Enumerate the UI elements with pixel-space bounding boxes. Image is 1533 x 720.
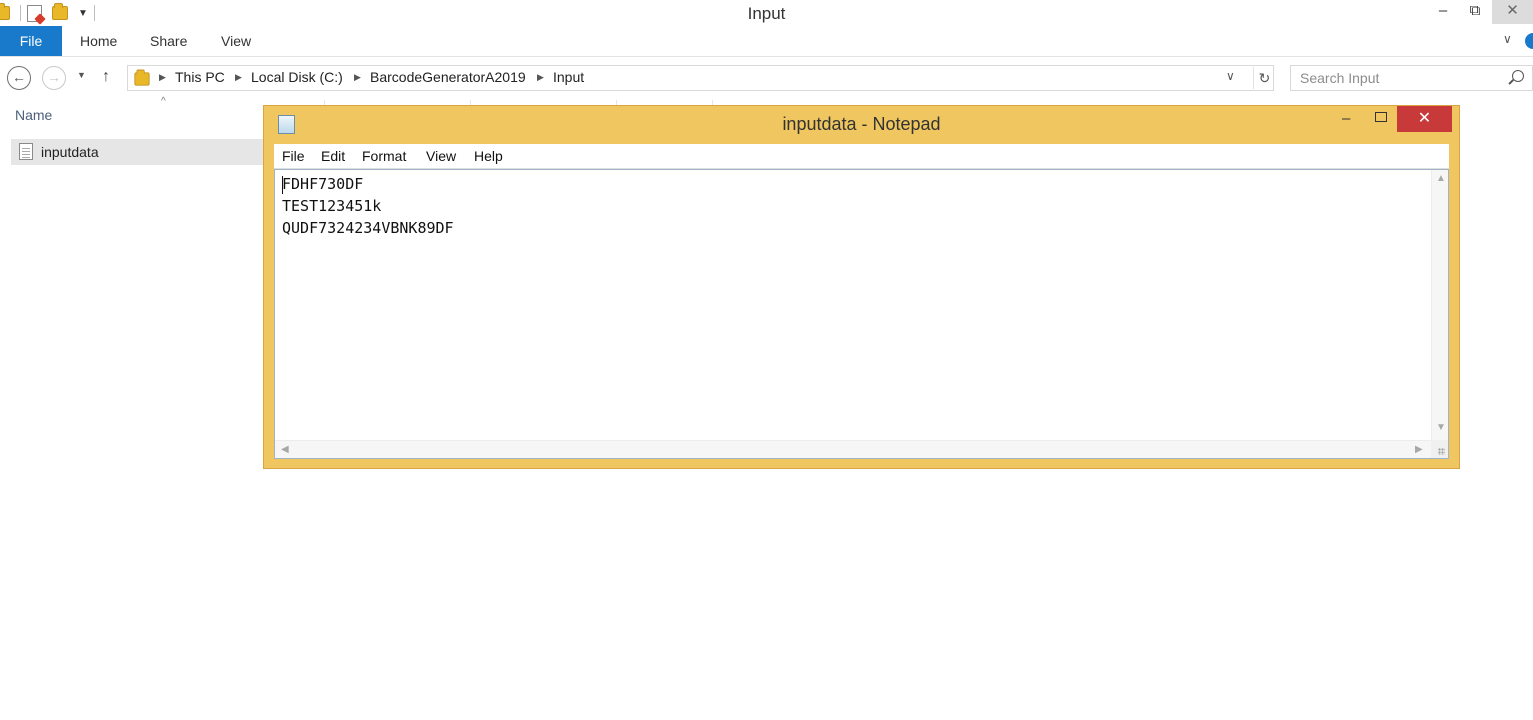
breadcrumb-separator-icon[interactable]: ▶ [159,72,166,83]
text-line: FDHF730DF [282,175,364,193]
search-input[interactable]: Search Input [1290,65,1533,91]
notepad-maximize-button[interactable] [1375,112,1387,122]
menu-edit[interactable]: Edit [321,148,345,164]
search-icon[interactable] [1512,70,1524,82]
breadcrumb-separator-icon[interactable]: ▶ [537,72,544,83]
scroll-right-arrow-icon[interactable]: ▶ [1415,444,1423,455]
resize-grip-icon[interactable] [1431,440,1448,458]
recent-locations-chevron-icon[interactable]: ▼ [77,70,86,80]
menu-help[interactable]: Help [474,148,503,164]
ribbon-tabs: File Home Share View ∨ [0,26,1533,57]
window-title: Input [747,4,786,23]
text-line: TEST123451k [282,197,382,215]
tab-file[interactable]: File [0,26,62,56]
scroll-up-arrow-icon[interactable]: ▲ [1436,173,1446,184]
explorer-title-bar: ▼ Input – ⧉ ✕ [0,0,1533,26]
text-line: QUDF7324234VBNK89DF [282,219,454,237]
notepad-close-button[interactable]: ✕ [1397,106,1452,132]
back-button[interactable]: ← [7,66,31,90]
up-button[interactable]: ↑ [102,68,110,86]
notepad-title: inputdata - Notepad [782,114,941,134]
breadcrumb-this-pc[interactable]: This PC [175,69,225,85]
horizontal-scrollbar[interactable]: ◀ ▶ [275,440,1431,458]
text-file-icon [19,143,33,160]
folder-icon [134,69,150,86]
navigation-bar: ← → ▼ ↑ ▶ This PC ▶ Local Disk (C:) ▶ Ba… [0,60,1533,94]
notepad-window[interactable]: inputdata - Notepad – ✕ File Edit Format… [263,105,1460,469]
minimize-button[interactable]: – [1427,0,1459,24]
close-button[interactable]: ✕ [1492,0,1533,24]
address-dropdown-chevron-icon[interactable]: ∨ [1226,69,1235,83]
sort-ascending-icon: ^ [161,96,166,107]
refresh-icon[interactable]: ↻ [1253,67,1275,89]
restore-button[interactable]: ⧉ [1459,0,1491,24]
breadcrumb-separator-icon[interactable]: ▶ [235,72,242,83]
tab-share[interactable]: Share [150,26,187,56]
address-bar[interactable]: ▶ This PC ▶ Local Disk (C:) ▶ BarcodeGen… [127,65,1274,91]
menu-format[interactable]: Format [362,148,406,164]
scroll-left-arrow-icon[interactable]: ◀ [281,444,289,455]
menu-view[interactable]: View [426,148,456,164]
notepad-menu-bar: File Edit Format View Help [274,144,1449,169]
file-row-inputdata[interactable]: inputdata [11,139,266,165]
tab-view[interactable]: View [221,26,251,56]
column-header-name[interactable]: Name [15,107,52,123]
breadcrumb-separator-icon[interactable]: ▶ [354,72,361,83]
notepad-text-area[interactable]: FDHF730DF TEST123451k QUDF7324234VBNK89D… [274,169,1449,459]
expand-ribbon-chevron-icon[interactable]: ∨ [1503,32,1512,46]
menu-file[interactable]: File [282,148,305,164]
tab-home[interactable]: Home [80,26,117,56]
help-icon[interactable] [1525,33,1533,49]
breadcrumb-local-disk[interactable]: Local Disk (C:) [251,69,343,85]
forward-button[interactable]: → [42,66,66,90]
breadcrumb-barcode-generator[interactable]: BarcodeGeneratorA2019 [370,69,526,85]
notepad-minimize-button[interactable]: – [1342,110,1350,127]
vertical-scrollbar[interactable]: ▲ ▼ [1431,170,1448,440]
search-placeholder: Search Input [1300,70,1380,86]
breadcrumb-input[interactable]: Input [553,69,584,85]
scroll-down-arrow-icon[interactable]: ▼ [1436,422,1446,433]
file-name: inputdata [41,144,99,160]
